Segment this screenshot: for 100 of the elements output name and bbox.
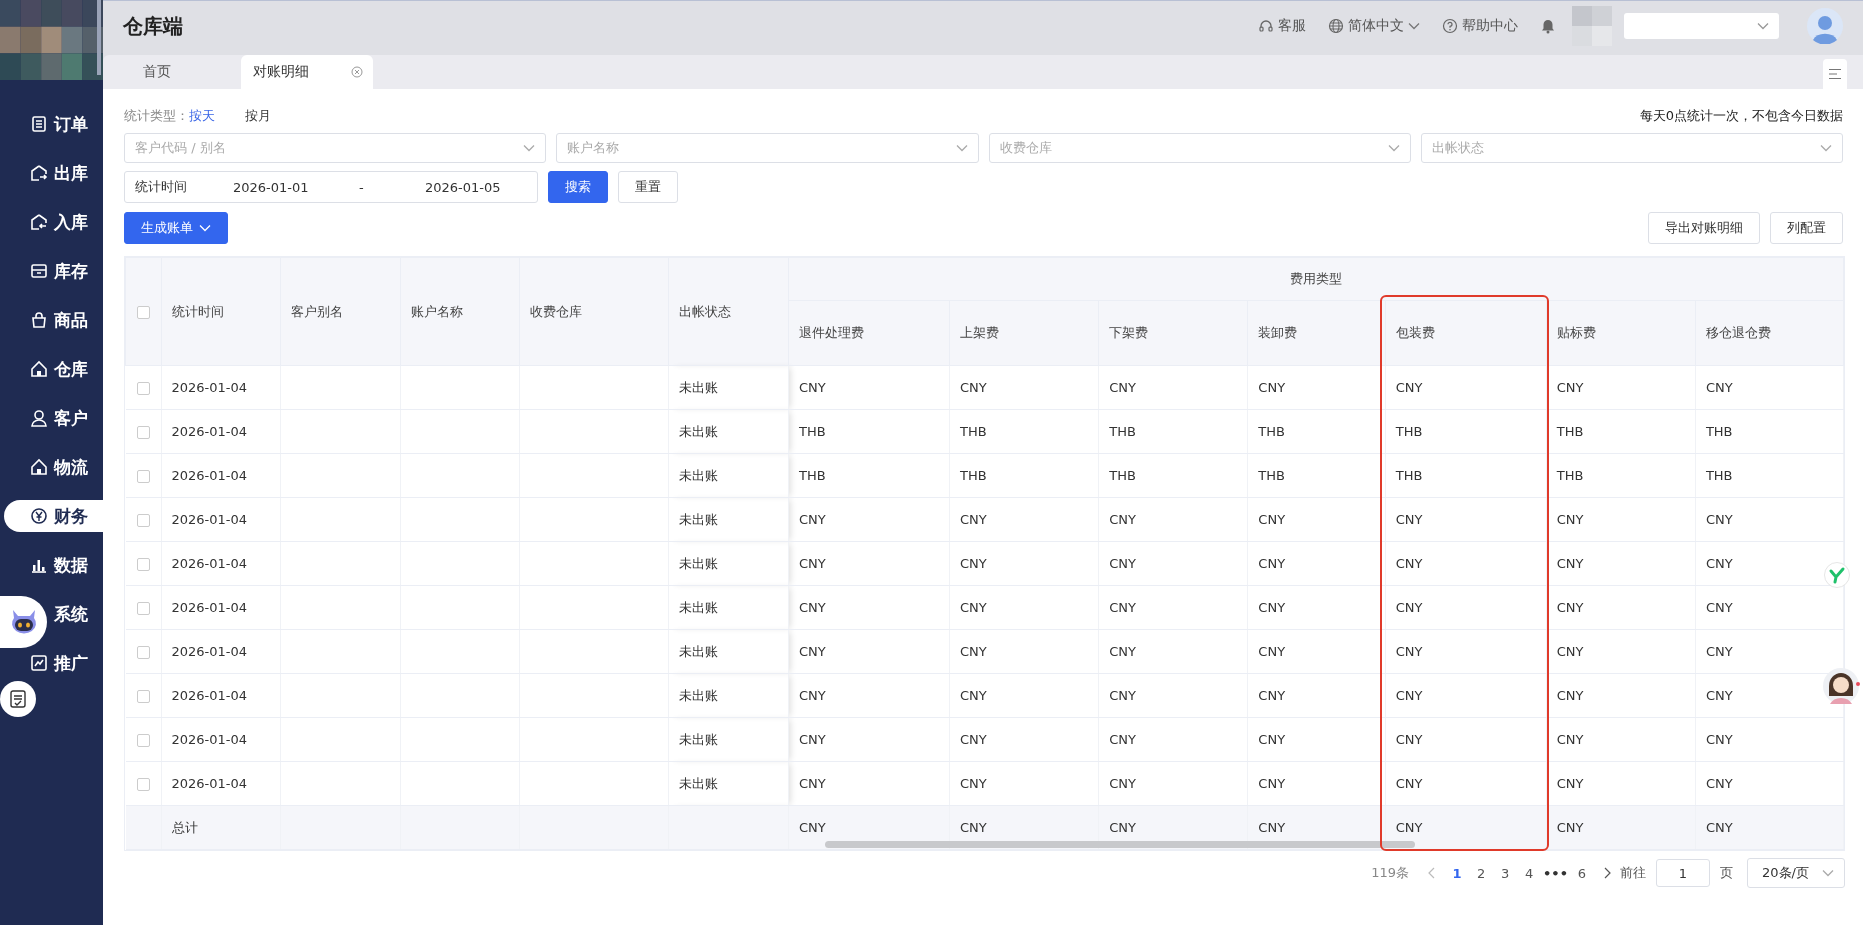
table-cell: CNY: [1546, 673, 1696, 718]
bell-icon[interactable]: [1540, 18, 1556, 34]
table-cell: CNY: [1546, 761, 1696, 806]
assistant-avatar-icon[interactable]: [1822, 666, 1860, 706]
chevron-down-icon: [523, 144, 536, 152]
table-cell: CNY: [1098, 365, 1248, 410]
checklist-icon[interactable]: [9, 690, 27, 708]
table-cell: CNY: [1247, 673, 1386, 718]
search-button[interactable]: 搜索: [548, 171, 608, 203]
document-icon: [30, 115, 48, 133]
chat-widget-icon[interactable]: [1824, 562, 1850, 588]
sidebar-item[interactable]: 系统: [50, 598, 103, 630]
stat-type-option[interactable]: 按月: [245, 107, 271, 125]
column-header: 装卸费: [1247, 300, 1386, 366]
page-tab[interactable]: 首页: [123, 55, 241, 89]
table-cell: CNY: [1098, 585, 1248, 630]
select-all-checkbox[interactable]: [136, 306, 150, 319]
page-number[interactable]: 4: [1519, 865, 1540, 881]
row-checkbox[interactable]: [136, 646, 150, 659]
header-link[interactable]: 简体中文: [1328, 17, 1420, 35]
row-checkbox[interactable]: [136, 382, 150, 395]
column-header: 客户别名: [280, 257, 401, 366]
chevron-down-icon: [1387, 144, 1400, 152]
close-icon[interactable]: [351, 66, 363, 78]
chevron-left-icon[interactable]: [1427, 867, 1436, 879]
table-cell: THB: [1546, 409, 1696, 454]
sidebar-item[interactable]: 推广: [4, 647, 103, 679]
table-cell: THB: [1098, 409, 1248, 454]
header-link[interactable]: 帮助中心: [1442, 17, 1518, 35]
table-cell: CNY: [949, 629, 1099, 674]
horizontal-scrollbar[interactable]: [825, 841, 1415, 848]
table-cell: CNY: [788, 365, 950, 410]
table-cell: THB: [949, 409, 1099, 454]
page-number[interactable]: 6: [1572, 865, 1592, 881]
table-cell: CNY: [1385, 717, 1547, 762]
goto-label: 前往: [1620, 864, 1646, 882]
sidebar-item[interactable]: 库存: [4, 255, 103, 287]
menu-icon[interactable]: [1828, 68, 1842, 80]
table-cell: CNY: [1695, 365, 1844, 410]
row-checkbox[interactable]: [136, 690, 150, 703]
table-cell: CNY: [1546, 541, 1696, 586]
row-checkbox[interactable]: [136, 426, 150, 439]
sidebar-item[interactable]: 仓库: [4, 353, 103, 385]
table-cell: 2026-01-04: [161, 365, 281, 410]
stat-type-option[interactable]: 按天: [189, 107, 215, 125]
column-header: 上架费: [949, 300, 1099, 366]
date-range-field[interactable]: 统计时间 2026-01-01 - 2026-01-05: [124, 171, 538, 203]
page-tab[interactable]: 对账明细: [241, 55, 373, 89]
row-checkbox[interactable]: [136, 602, 150, 615]
table-cell: CNY: [1385, 365, 1547, 410]
table-cell: CNY: [1546, 805, 1696, 850]
table-cell: CNY: [788, 585, 950, 630]
page-number[interactable]: 1: [1447, 865, 1468, 881]
table-cell: CNY: [1695, 805, 1844, 850]
page-input[interactable]: 1: [1656, 859, 1710, 887]
sidebar-item[interactable]: 出库: [4, 157, 103, 189]
page-size-select[interactable]: 20条/页: [1747, 858, 1845, 888]
sidebar-item[interactable]: 财务: [4, 500, 103, 532]
sidebar-item[interactable]: 订单: [4, 108, 103, 140]
table-cell: 未出账: [668, 453, 789, 498]
row-checkbox[interactable]: [136, 558, 150, 571]
table-cell: THB: [1695, 453, 1844, 498]
sidebar-item[interactable]: 商品: [4, 304, 103, 336]
row-checkbox[interactable]: [136, 514, 150, 527]
sidebar-item[interactable]: 数据: [4, 549, 103, 581]
table-cell: 2026-01-04: [161, 409, 281, 454]
bag-icon: [30, 311, 48, 329]
reset-button[interactable]: 重置: [618, 171, 678, 203]
table-cell: CNY: [1247, 629, 1386, 674]
column-settings-button[interactable]: 列配置: [1770, 212, 1843, 244]
help-icon: [1442, 18, 1458, 34]
table-cell: 2026-01-04: [161, 453, 281, 498]
table-cell: CNY: [949, 585, 1099, 630]
sidebar-item[interactable]: 客户: [4, 402, 103, 434]
house-arrow-icon: [30, 213, 48, 231]
page-number[interactable]: 2: [1471, 865, 1492, 881]
table-cell: CNY: [1247, 717, 1386, 762]
header-link[interactable]: 客服: [1258, 17, 1306, 35]
page-number[interactable]: 3: [1495, 865, 1516, 881]
table-cell: 2026-01-04: [161, 761, 281, 806]
table-cell: CNY: [1546, 717, 1696, 762]
table-cell: 未出账: [668, 409, 789, 454]
generate-bill-button[interactable]: 生成账单: [124, 212, 228, 244]
table-cell: CNY: [1695, 761, 1844, 806]
page-ellipsis[interactable]: •••: [1543, 865, 1568, 881]
house-icon: [30, 458, 48, 476]
row-checkbox[interactable]: [136, 470, 150, 483]
sidebar-item[interactable]: 物流: [4, 451, 103, 483]
row-checkbox[interactable]: [136, 734, 150, 747]
sidebar-item[interactable]: 入库: [4, 206, 103, 238]
row-checkbox[interactable]: [136, 778, 150, 791]
table-cell: THB: [1546, 453, 1696, 498]
export-button[interactable]: 导出对账明细: [1648, 212, 1760, 244]
table-cell: CNY: [1247, 365, 1386, 410]
table-cell: CNY: [1247, 497, 1386, 542]
table-cell: CNY: [1546, 629, 1696, 674]
chevron-right-icon[interactable]: [1604, 867, 1612, 879]
table-cell: CNY: [1385, 805, 1547, 850]
account-select[interactable]: [1624, 13, 1779, 39]
table-cell: CNY: [1385, 541, 1547, 586]
